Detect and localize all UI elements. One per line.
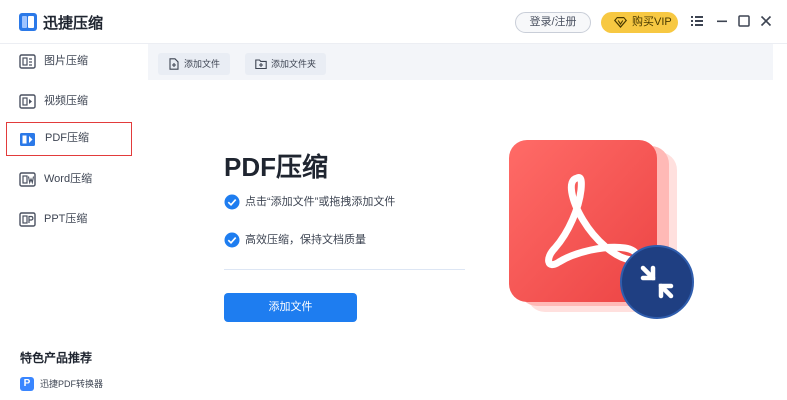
sidebar: 图片压缩 视频压缩 PDF压缩 Word压缩 PPT压缩 特色产品推荐 P 迅捷… <box>0 44 148 400</box>
add-file-toolbar-button[interactable]: 添加文件 <box>158 53 231 75</box>
add-file-icon <box>169 58 179 70</box>
sidebar-item-label: 视频压缩 <box>44 95 88 107</box>
divider <box>224 269 465 270</box>
check-circle-icon <box>224 232 240 248</box>
sidebar-item-pdf-compress[interactable]: PDF压缩 <box>6 122 132 156</box>
add-folder-toolbar-label: 添加文件夹 <box>271 59 317 69</box>
video-compress-icon <box>19 94 36 109</box>
image-compress-icon <box>19 54 36 69</box>
minimize-icon[interactable] <box>715 14 729 28</box>
pdf-compress-illustration <box>509 140 694 319</box>
login-register-button[interactable]: 登录/注册 <box>515 12 591 33</box>
app-title: 迅捷压缩 <box>43 15 104 32</box>
feature-item: 高效压缩，保持文档质量 <box>224 232 366 248</box>
add-folder-toolbar-button[interactable]: 添加文件夹 <box>245 53 327 75</box>
diamond-icon <box>614 17 627 28</box>
featured-item-pdf-converter[interactable]: P 迅捷PDF转换器 <box>20 376 103 392</box>
title-bar: 迅捷压缩 登录/注册 购买VIP <box>0 0 787 44</box>
add-folder-icon <box>255 59 267 70</box>
sidebar-item-word-compress[interactable]: Word压缩 <box>6 162 132 196</box>
sidebar-item-video-compress[interactable]: 视频压缩 <box>6 84 132 118</box>
feature-item: 点击“添加文件”或拖拽添加文件 <box>224 194 395 210</box>
feature-text: 高效压缩，保持文档质量 <box>245 234 366 246</box>
sidebar-item-label: Word压缩 <box>44 173 93 185</box>
pdf-compress-icon <box>19 132 35 146</box>
check-circle-icon <box>224 194 240 210</box>
featured-item-label: 迅捷PDF转换器 <box>40 379 104 389</box>
sidebar-item-ppt-compress[interactable]: PPT压缩 <box>6 202 132 236</box>
add-file-button[interactable]: 添加文件 <box>224 293 357 322</box>
menu-list-icon[interactable] <box>690 14 704 28</box>
app-logo-icon <box>19 13 37 31</box>
sidebar-item-label: PDF压缩 <box>45 132 89 144</box>
feature-text: 点击“添加文件”或拖拽添加文件 <box>245 196 396 208</box>
featured-products-title: 特色产品推荐 <box>20 351 93 365</box>
content-area: PDF压缩 点击“添加文件”或拖拽添加文件 高效压缩，保持文档质量 添加文件 <box>148 80 773 400</box>
pdf-converter-icon: P <box>20 377 34 391</box>
maximize-icon[interactable] <box>737 14 751 28</box>
word-compress-icon <box>19 172 36 187</box>
page-title: PDF压缩 <box>224 152 329 182</box>
main-panel: 添加文件 添加文件夹 PDF压缩 点击“添加文件”或拖拽添加文件 高效压缩，保持… <box>148 44 773 400</box>
buy-vip-label: 购买VIP <box>632 16 672 28</box>
close-icon[interactable] <box>759 14 773 28</box>
buy-vip-button[interactable]: 购买VIP <box>601 12 678 33</box>
sidebar-item-label: 图片压缩 <box>44 55 88 67</box>
sidebar-item-image-compress[interactable]: 图片压缩 <box>6 44 132 78</box>
sidebar-item-label: PPT压缩 <box>44 213 88 225</box>
ppt-compress-icon <box>19 212 36 227</box>
add-file-toolbar-label: 添加文件 <box>184 59 221 69</box>
